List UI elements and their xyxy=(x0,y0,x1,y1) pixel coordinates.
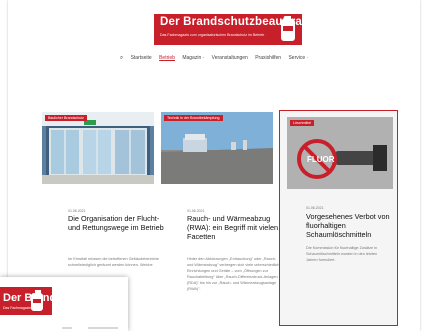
article-image-smoke-vent[interactable]: Technik in der Brandbekämpfung xyxy=(161,112,273,184)
popup-logo[interactable]: Der Brandschutzbeauftragte Das Fachmagaz… xyxy=(0,287,52,315)
article-date: 01.06.2021 xyxy=(187,209,205,213)
category-badge[interactable]: Technik in der Brandbekämpfung xyxy=(164,115,223,121)
logo-subtitle: Das Fachmagazin zum organisatorischen Br… xyxy=(160,33,265,37)
article-image-exit-doors[interactable]: Baulicher Brandschutz xyxy=(42,112,154,184)
category-badge[interactable]: Baulicher Brandschutz xyxy=(45,115,87,121)
article-excerpt: Die Kommission für fluorhaltige Zusätze … xyxy=(306,246,378,262)
nav-item-praxishilfen[interactable]: Praxishilfen xyxy=(255,55,281,61)
article-card-highlighted[interactable]: FLUOR Löschmittel 01.06.2021 Vorgesehene… xyxy=(279,110,398,326)
popup-logo-title: Der Brandschutzbeauftragte xyxy=(3,292,52,304)
article-card[interactable]: Technik in der Brandbekämpfung 01.06.202… xyxy=(161,112,282,326)
article-title[interactable]: Die Organisation der Flucht- und Rettung… xyxy=(68,214,168,232)
article-date: 01.06.2021 xyxy=(306,206,324,210)
article-title[interactable]: Vorgesehenes Verbot von fluorhaltigen Sc… xyxy=(306,212,392,239)
nav-item-startseite[interactable]: Startseite xyxy=(131,55,152,61)
divider xyxy=(62,327,72,329)
search-icon[interactable]: ⌕ xyxy=(120,55,123,62)
article-excerpt: Hinter den Abkürzungen „Entrauchung" ode… xyxy=(187,257,282,291)
fire-extinguisher-icon xyxy=(281,16,295,41)
nav-item-service[interactable]: Service · xyxy=(288,55,308,61)
nav-item-betrieb[interactable]: Betrieb xyxy=(159,55,175,61)
divider xyxy=(88,327,118,329)
nav-item-magazin[interactable]: Magazin · xyxy=(182,55,204,61)
article-date: 01.06.2021 xyxy=(68,209,86,213)
category-badge[interactable]: Löschmittel xyxy=(290,120,315,126)
thumbnail-fluor-text: FLUOR xyxy=(307,155,335,164)
article-title[interactable]: Rauch- und Wärmeabzug (RWA): ein Begriff… xyxy=(187,214,287,241)
article-excerpt: Im Ernstfall müssen die betroffenen Gebä… xyxy=(68,257,159,267)
nav-item-veranstaltungen[interactable]: Veranstaltungen xyxy=(212,55,248,61)
main-navigation: ⌕ Startseite Betrieb Magazin · Veranstal… xyxy=(8,55,420,62)
article-image-fluor-ban[interactable]: FLUOR Löschmittel xyxy=(287,117,393,189)
fire-extinguisher-icon xyxy=(31,290,43,311)
overlay-window[interactable]: Der Brandschutzbeauftragte Das Fachmagaz… xyxy=(0,277,128,331)
site-logo[interactable]: Der Brandschutzbeauftragte Das Fachmagaz… xyxy=(154,14,320,45)
popup-logo-subtitle: Das Fachmagazin xyxy=(3,306,32,310)
logo-title: Der Brandschutzbeauftragte xyxy=(160,16,320,28)
